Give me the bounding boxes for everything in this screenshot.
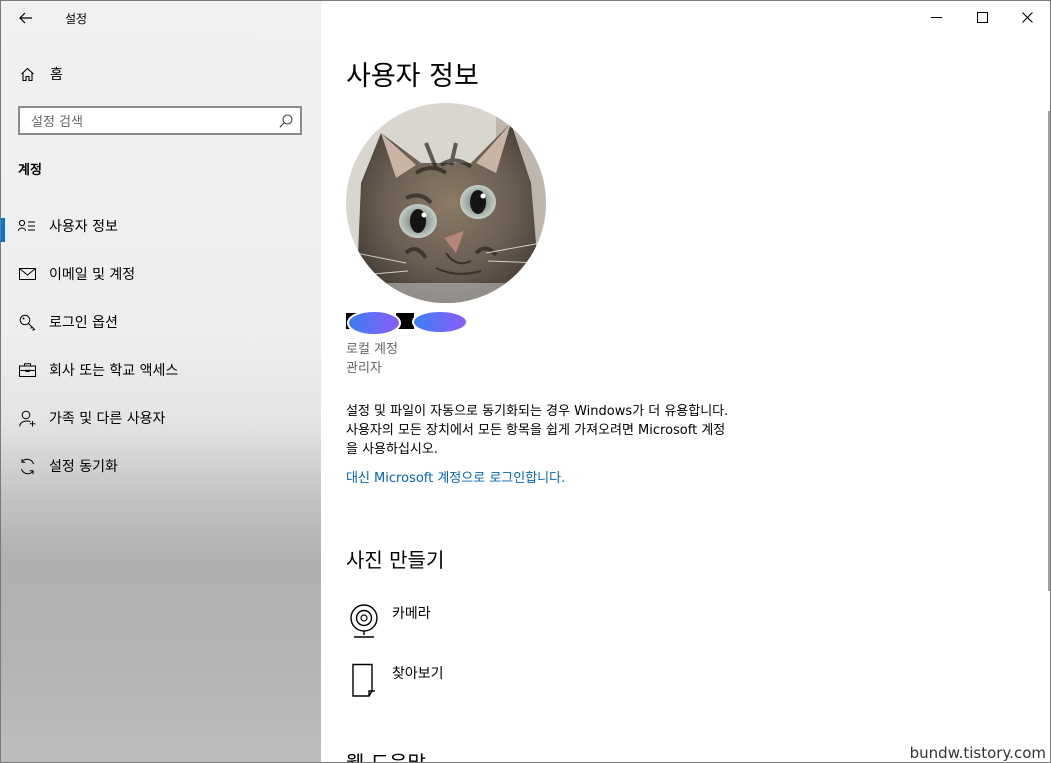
briefcase-icon xyxy=(18,361,36,379)
sidebar-item-label: 가족 및 다른 사용자 xyxy=(49,411,166,427)
sync-icon xyxy=(18,457,36,475)
main-content: 사용자 정보 로컬 계정 관리자 설정 및 파일이 자동으로 동기화되는 경우 … xyxy=(322,1,1050,762)
sync-info-text: 설정 및 파일이 자동으로 동기화되는 경우 Windows가 더 유용합니다.… xyxy=(346,402,806,459)
user-info-icon xyxy=(18,217,36,235)
settings-window: 설정 홈 계정 사용자 정보 이메일 및 계정 xyxy=(0,0,1051,763)
camera-icon xyxy=(346,601,382,641)
person-add-icon xyxy=(18,409,36,427)
page-title: 사용자 정보 xyxy=(346,61,479,92)
mail-icon xyxy=(18,265,36,283)
camera-option[interactable]: 카메라 xyxy=(346,601,646,647)
account-role: 관리자 xyxy=(346,361,382,376)
watermark: bundw.tistory.com xyxy=(909,744,1046,762)
username-redacted xyxy=(346,309,468,336)
sidebar-item-label: 회사 또는 학교 액세스 xyxy=(49,363,179,379)
option-label: 찾아보기 xyxy=(392,666,444,682)
selection-indicator xyxy=(1,218,5,242)
home-nav-item[interactable]: 홈 xyxy=(1,57,321,91)
info-line: 사용자의 모든 장치에서 모든 항목을 쉽게 가져오려면 Microsoft 계… xyxy=(346,423,726,438)
back-button[interactable] xyxy=(15,7,37,29)
search-icon[interactable] xyxy=(278,113,294,129)
sidebar-item-signin-options[interactable]: 로그인 옵션 xyxy=(1,302,321,342)
home-icon xyxy=(19,66,35,82)
option-label: 카메라 xyxy=(392,606,431,622)
scrollbar[interactable] xyxy=(1048,111,1050,591)
profile-picture xyxy=(346,103,546,303)
sidebar-item-email-accounts[interactable]: 이메일 및 계정 xyxy=(1,254,321,294)
back-arrow-icon xyxy=(19,12,32,24)
sidebar-item-family[interactable]: 가족 및 다른 사용자 xyxy=(1,398,321,438)
titlebar-left: 설정 xyxy=(1,1,321,35)
browse-option[interactable]: 찾아보기 xyxy=(346,661,646,707)
search-input[interactable] xyxy=(29,111,273,133)
sidebar-item-label: 설정 동기화 xyxy=(49,459,118,475)
browse-file-icon xyxy=(346,661,382,701)
sidebar-item-work-school[interactable]: 회사 또는 학교 액세스 xyxy=(1,350,321,390)
home-label: 홈 xyxy=(50,67,63,83)
sidebar: 설정 홈 계정 사용자 정보 이메일 및 계정 xyxy=(1,1,321,762)
microsoft-signin-link[interactable]: 대신 Microsoft 계정으로 로그인합니다. xyxy=(346,467,565,486)
app-title: 설정 xyxy=(65,12,88,26)
search-box[interactable] xyxy=(18,106,302,135)
sidebar-item-sync[interactable]: 설정 동기화 xyxy=(1,446,321,486)
info-line: 을 사용하십시오. xyxy=(346,442,438,457)
key-icon xyxy=(18,313,36,331)
partial-section-heading: 웹 도움말 xyxy=(346,751,426,763)
sidebar-item-label: 이메일 및 계정 xyxy=(49,267,136,283)
sidebar-item-label: 사용자 정보 xyxy=(49,219,118,235)
account-type: 로컬 계정 xyxy=(346,342,398,357)
section-heading: 계정 xyxy=(18,163,42,178)
sidebar-item-user-info[interactable]: 사용자 정보 xyxy=(1,206,321,246)
sidebar-item-label: 로그인 옵션 xyxy=(49,315,118,331)
info-line: 설정 및 파일이 자동으로 동기화되는 경우 Windows가 더 유용합니다. xyxy=(346,404,729,419)
cat-photo xyxy=(346,103,546,303)
create-photo-heading: 사진 만들기 xyxy=(346,548,445,572)
